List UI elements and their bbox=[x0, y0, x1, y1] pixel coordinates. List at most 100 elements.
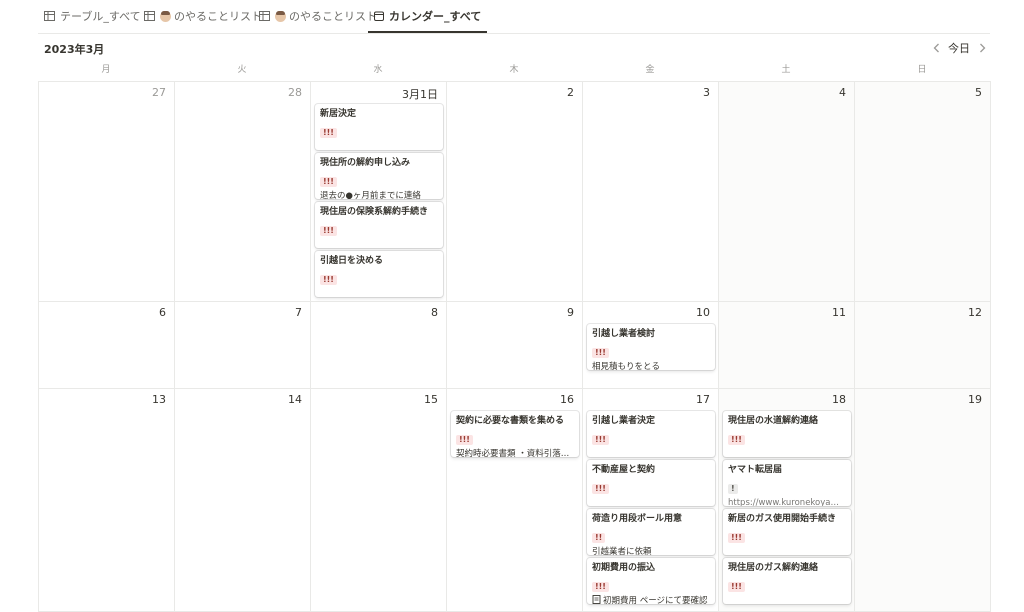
day-number: 4 bbox=[839, 86, 846, 99]
priority-badge: !!! bbox=[592, 582, 609, 592]
day-cell[interactable]: 6 bbox=[39, 302, 175, 389]
month-title: 2023年3月 bbox=[44, 43, 105, 56]
day-cell[interactable]: 7 bbox=[175, 302, 311, 389]
event-card[interactable]: 引越し業者検討 !!! 相見積もりをとる bbox=[587, 324, 715, 370]
event-card[interactable]: 引越日を決める !!! bbox=[315, 251, 443, 297]
weekday-label: 火 bbox=[237, 65, 247, 75]
day-number: 14 bbox=[288, 393, 302, 406]
table-icon bbox=[44, 11, 55, 21]
event-title: 契約に必要な書類を集める bbox=[456, 416, 565, 426]
tab-todo-list-2[interactable]: のやることリスト bbox=[259, 0, 377, 32]
day-cell[interactable]: 12 bbox=[855, 302, 991, 389]
day-number: 7 bbox=[295, 306, 302, 319]
next-month-button[interactable] bbox=[975, 39, 989, 57]
tab-table-all[interactable]: テーブル_すべて bbox=[44, 0, 141, 32]
day-cell[interactable]: 8 bbox=[311, 302, 447, 389]
day-cell[interactable]: 11 bbox=[719, 302, 855, 389]
event-title: 初期費用の振込 bbox=[592, 563, 656, 573]
page-icon bbox=[592, 595, 601, 604]
day-number: 10 bbox=[696, 306, 710, 319]
priority-badge: !!! bbox=[728, 435, 745, 445]
event-title: 新居のガス使用開始手続き bbox=[728, 514, 837, 524]
chevron-left-icon bbox=[933, 43, 939, 53]
event-title: 新居決定 bbox=[320, 109, 357, 119]
day-number: 27 bbox=[152, 86, 166, 99]
event-title: 現住居のガス解約連絡 bbox=[728, 563, 819, 573]
event-card[interactable]: ヤマト転居届 ! https://www.kuronekoyamat... bbox=[723, 460, 851, 506]
day-number: 6 bbox=[159, 306, 166, 319]
avatar-icon bbox=[160, 10, 171, 22]
priority-badge: !!! bbox=[728, 582, 745, 592]
priority-badge: !!! bbox=[320, 275, 337, 285]
day-cell[interactable]: 5 bbox=[855, 82, 991, 302]
day-number: 15 bbox=[424, 393, 438, 406]
day-number: 3月1日 bbox=[402, 88, 438, 101]
event-card[interactable]: 契約に必要な書類を集める !!! 契約時必要書類 ・資料引落口... bbox=[451, 411, 579, 457]
table-icon bbox=[259, 11, 270, 21]
priority-badge: !!! bbox=[456, 435, 473, 445]
event-title: 引越し業者検討 bbox=[592, 329, 656, 339]
day-cell[interactable]: 4 bbox=[719, 82, 855, 302]
event-link[interactable]: https://www.kuronekoyamat... bbox=[728, 497, 846, 506]
event-card[interactable]: 現住所の解約申し込み !!! 退去の●ヶ月前までに連絡 bbox=[315, 153, 443, 199]
tab-calendar-all[interactable]: カレンダー_すべて bbox=[368, 0, 488, 33]
event-note: 契約時必要書類 ・資料引落口... bbox=[456, 449, 574, 457]
priority-badge: !!! bbox=[592, 348, 609, 358]
tab-todo-list-1[interactable]: のやることリスト bbox=[144, 0, 262, 32]
weekday-label: 日 bbox=[917, 65, 927, 75]
weekday-label: 金 bbox=[645, 65, 655, 75]
day-cell[interactable]: 9 bbox=[447, 302, 583, 389]
day-cell[interactable]: 15 bbox=[311, 389, 447, 612]
event-card[interactable]: 現住居の水道解約連絡 !!! bbox=[723, 411, 851, 457]
day-number: 16 bbox=[560, 393, 574, 406]
day-number: 19 bbox=[968, 393, 982, 406]
calendar-icon bbox=[374, 11, 384, 21]
day-cell[interactable]: 19 bbox=[855, 389, 991, 612]
today-button[interactable]: 今日 bbox=[946, 39, 972, 57]
day-number: 2 bbox=[567, 86, 574, 99]
event-title: 現住所の解約申し込み bbox=[320, 158, 411, 168]
event-note: 相見積もりをとる bbox=[592, 362, 661, 370]
priority-badge: !! bbox=[592, 533, 606, 543]
day-number: 17 bbox=[696, 393, 710, 406]
priority-badge: !!! bbox=[320, 226, 337, 236]
event-note: 退去の●ヶ月前までに連絡 bbox=[320, 191, 421, 199]
event-card[interactable]: 初期費用の振込 !!! 初期費用 ページにて要確認 bbox=[587, 558, 715, 604]
event-title: ヤマト転居届 bbox=[728, 465, 783, 475]
event-title: 引越日を決める bbox=[320, 256, 384, 266]
day-number: 13 bbox=[152, 393, 166, 406]
tab-label: カレンダー_すべて bbox=[389, 9, 482, 23]
day-cell[interactable]: 2 bbox=[447, 82, 583, 302]
day-cell[interactable]: 13 bbox=[39, 389, 175, 612]
priority-badge: !!! bbox=[320, 177, 337, 187]
day-cell[interactable]: 3 bbox=[583, 82, 719, 302]
day-number: 18 bbox=[832, 393, 846, 406]
priority-badge: !!! bbox=[320, 128, 337, 138]
day-number: 28 bbox=[288, 86, 302, 99]
event-card[interactable]: 不動産屋と契約 !!! bbox=[587, 460, 715, 506]
prev-month-button[interactable] bbox=[929, 39, 943, 57]
day-cell[interactable]: 14 bbox=[175, 389, 311, 612]
weekday-label: 水 bbox=[373, 65, 383, 75]
day-number: 9 bbox=[567, 306, 574, 319]
table-icon bbox=[144, 11, 155, 21]
priority-badge: ! bbox=[728, 484, 738, 494]
weekday-label: 木 bbox=[509, 65, 519, 75]
day-number: 3 bbox=[703, 86, 710, 99]
day-number: 8 bbox=[431, 306, 438, 319]
event-card[interactable]: 引越し業者決定 !!! bbox=[587, 411, 715, 457]
event-card[interactable]: 新居決定 !!! bbox=[315, 104, 443, 150]
weekday-header: 月 火 水 木 金 土 日 bbox=[38, 62, 990, 78]
day-cell[interactable]: 28 bbox=[175, 82, 311, 302]
event-title: 引越し業者決定 bbox=[592, 416, 656, 426]
event-card[interactable]: 現住居の保険系解約手続き !!! bbox=[315, 202, 443, 248]
event-title: 荷造り用段ボール用意 bbox=[592, 514, 683, 524]
day-cell[interactable]: 27 bbox=[39, 82, 175, 302]
event-card[interactable]: 現住居のガス解約連絡 !!! bbox=[723, 558, 851, 604]
event-card[interactable]: 新居のガス使用開始手続き !!! bbox=[723, 509, 851, 555]
day-number: 5 bbox=[975, 86, 982, 99]
event-card[interactable]: 荷造り用段ボール用意 !! 引越業者に依頼 bbox=[587, 509, 715, 555]
weekday-label: 月 bbox=[101, 65, 111, 75]
day-number: 12 bbox=[968, 306, 982, 319]
avatar-icon bbox=[275, 10, 286, 22]
